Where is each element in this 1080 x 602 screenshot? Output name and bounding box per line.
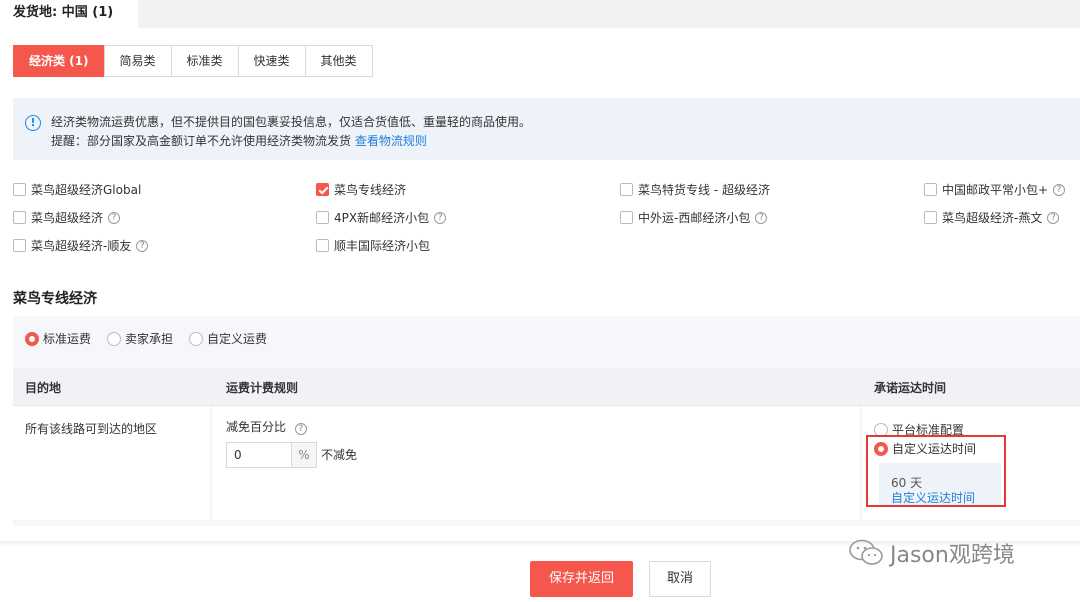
watermark: Jason观跨境 bbox=[848, 537, 1015, 569]
info-icon: ! bbox=[25, 115, 41, 131]
header-fee-rule: 运费计费规则 bbox=[226, 381, 299, 395]
carrier-label: 中国邮政平常小包+ bbox=[942, 183, 1049, 197]
notice-line-2: 提醒：部分国家及高金额订单不允许使用经济类物流发货 查看物流规则 bbox=[51, 132, 427, 149]
origin-value: 中国 (1) bbox=[61, 5, 114, 20]
watermark-text: Jason观跨境 bbox=[890, 543, 1015, 568]
discount-label: 减免百分比 ? bbox=[226, 418, 307, 435]
radio[interactable] bbox=[189, 331, 204, 346]
table-header: 目的地 运费计费规则 承诺运达时间 bbox=[13, 368, 1080, 406]
header-destination: 目的地 bbox=[25, 381, 62, 395]
radio-selected[interactable] bbox=[25, 331, 39, 346]
shipping-settings-page: 发货地: 中国 (1) 经济类 (1) 简易类 标准类 快速类 其他类 ! 经济… bbox=[0, 0, 1080, 602]
help-icon[interactable]: ? bbox=[294, 423, 307, 435]
carrier-option[interactable]: 菜鸟超级经济Global bbox=[13, 181, 141, 198]
discount-percent-input[interactable]: 0 % bbox=[226, 442, 317, 468]
discount-label-text: 减免百分比 bbox=[226, 420, 287, 434]
help-icon[interactable]: ? bbox=[1053, 183, 1066, 196]
fee-mode-custom[interactable]: 自定义运费 bbox=[189, 330, 267, 347]
notice-reminder: 提醒：部分国家及高金额订单不允许使用经济类物流发货 bbox=[51, 134, 352, 148]
notice-line-1: 经济类物流运费优惠，但不提供目的国包裹妥投信息，仅适合货值低、重量轻的商品使用。 bbox=[51, 115, 532, 129]
tab-simple[interactable]: 简易类 bbox=[103, 45, 172, 77]
carrier-label: 菜鸟超级经济-顺友 bbox=[31, 239, 132, 253]
shipping-rule-table: 目的地 运费计费规则 承诺运达时间 所有该线路可到达的地区 减免百分比 ? 0 … bbox=[13, 368, 1080, 526]
checkbox[interactable] bbox=[13, 239, 26, 252]
percent-unit: % bbox=[292, 443, 316, 467]
help-icon[interactable]: ? bbox=[755, 211, 768, 224]
fee-mode-label: 卖家承担 bbox=[125, 332, 174, 346]
logistics-rules-link[interactable]: 查看物流规则 bbox=[355, 134, 427, 148]
help-icon[interactable]: ? bbox=[108, 211, 121, 224]
carrier-option[interactable]: 菜鸟特货专线 - 超级经济 bbox=[620, 181, 770, 198]
checkbox[interactable] bbox=[316, 211, 329, 224]
fee-mode-standard[interactable]: 标准运费 bbox=[25, 330, 91, 347]
help-icon[interactable]: ? bbox=[136, 239, 149, 252]
carrier-label: 菜鸟超级经济-燕文 bbox=[942, 211, 1043, 225]
origin-tab[interactable]: 发货地: 中国 (1) bbox=[0, 0, 138, 28]
carrier-label: 中外运-西邮经济小包 bbox=[638, 211, 751, 225]
destination-value: 所有该线路可到达的地区 bbox=[25, 422, 158, 436]
origin-tab-bar: 发货地: 中国 (1) bbox=[0, 0, 1080, 28]
carrier-label: 顺丰国际经济小包 bbox=[334, 239, 431, 253]
tab-economy[interactable]: 经济类 (1) bbox=[13, 45, 105, 77]
carrier-label: 菜鸟专线经济 bbox=[334, 183, 407, 197]
tab-other[interactable]: 其他类 bbox=[304, 45, 373, 77]
origin-label: 发货地: bbox=[13, 5, 58, 20]
carrier-option[interactable]: 菜鸟超级经济 ? bbox=[13, 209, 121, 226]
checkbox[interactable] bbox=[924, 183, 937, 196]
fee-mode-label: 标准运费 bbox=[43, 332, 92, 346]
carrier-option[interactable]: 顺丰国际经济小包 bbox=[316, 237, 430, 254]
fee-mode-label: 自定义运费 bbox=[207, 332, 268, 346]
carrier-option[interactable]: 菜鸟专线经济 bbox=[316, 181, 406, 198]
carrier-option[interactable]: 中国邮政平常小包+ ? bbox=[924, 181, 1066, 198]
logistics-category-tabs: 经济类 (1) 简易类 标准类 快速类 其他类 bbox=[13, 45, 373, 77]
header-delivery-time: 承诺运达时间 bbox=[874, 381, 947, 395]
cancel-button[interactable]: 取消 bbox=[649, 561, 711, 597]
save-and-return-button[interactable]: 保存并返回 bbox=[530, 561, 633, 597]
carrier-option[interactable]: 菜鸟超级经济-燕文 ? bbox=[924, 209, 1060, 226]
fee-mode-radios: 标准运费 卖家承担 自定义运费 bbox=[25, 330, 283, 347]
carrier-option[interactable]: 4PX新邮经济小包 ? bbox=[316, 209, 447, 226]
discount-value[interactable]: 0 bbox=[227, 443, 292, 467]
economy-notice: ! 经济类物流运费优惠，但不提供目的国包裹妥投信息，仅适合货值低、重量轻的商品使… bbox=[13, 98, 1080, 160]
shipping-rules-panel: 标准运费 卖家承担 自定义运费 目的地 运费计费规则 承诺运达时间 所有该线路可… bbox=[13, 316, 1080, 526]
wechat-icon bbox=[849, 539, 883, 565]
section-title: 菜鸟专线经济 bbox=[13, 291, 97, 307]
tab-express[interactable]: 快速类 bbox=[237, 45, 306, 77]
checkbox[interactable] bbox=[620, 183, 633, 196]
tab-standard[interactable]: 标准类 bbox=[170, 45, 239, 77]
carrier-label: 菜鸟特货专线 - 超级经济 bbox=[638, 183, 770, 197]
help-icon[interactable]: ? bbox=[1047, 211, 1060, 224]
carrier-label: 菜鸟超级经济 bbox=[31, 211, 104, 225]
checkbox[interactable] bbox=[13, 211, 26, 224]
carrier-label: 菜鸟超级经济Global bbox=[31, 183, 142, 197]
radio[interactable] bbox=[107, 331, 122, 346]
carrier-option[interactable]: 菜鸟超级经济-顺友 ? bbox=[13, 237, 149, 254]
fee-mode-seller[interactable]: 卖家承担 bbox=[107, 330, 173, 347]
help-icon[interactable]: ? bbox=[434, 211, 447, 224]
checkbox[interactable] bbox=[316, 239, 329, 252]
highlight-box bbox=[866, 435, 1006, 507]
checkbox[interactable] bbox=[13, 183, 26, 196]
checkbox-checked[interactable] bbox=[316, 183, 329, 196]
carrier-option[interactable]: 中外运-西邮经济小包 ? bbox=[620, 209, 768, 226]
checkbox[interactable] bbox=[924, 211, 937, 224]
carrier-label: 4PX新邮经济小包 bbox=[334, 211, 430, 225]
checkbox[interactable] bbox=[620, 211, 633, 224]
discount-note: 不减免 bbox=[321, 448, 358, 462]
